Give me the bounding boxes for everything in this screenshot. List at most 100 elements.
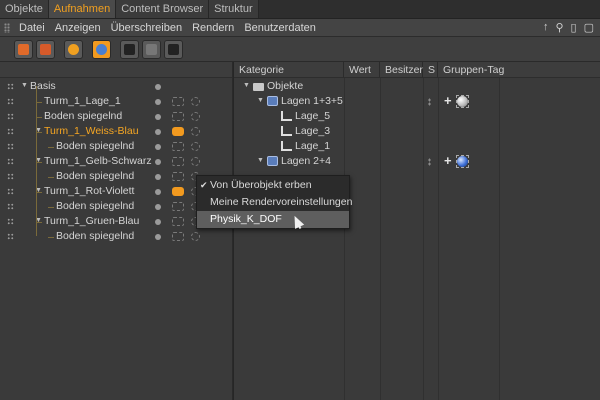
take-status-dot-icon[interactable] <box>155 144 161 150</box>
menu-bar: Datei Anzeigen Überschreiben Rendern Ben… <box>0 19 600 37</box>
arrow-up-icon[interactable]: ↑ <box>543 21 549 34</box>
takes-tree-panel: ▼ Basis Turm_1_Lage_1 Boden spiegelnd ▼ Turm_… <box>0 62 233 400</box>
take-checkbox-icon[interactable] <box>7 203 14 210</box>
take-status-dot-icon[interactable] <box>155 159 161 165</box>
take-checkbox-icon[interactable] <box>7 83 14 90</box>
take-row[interactable]: ▼ Basis <box>0 79 233 94</box>
take-checkbox-icon[interactable] <box>7 128 14 135</box>
render-setting-icon[interactable] <box>191 142 200 151</box>
new-take-from-selection-icon <box>40 43 51 55</box>
override-row[interactable]: Lage_5 <box>234 109 600 124</box>
take-row[interactable]: Boden spiegelnd <box>0 139 233 154</box>
take-checkbox-icon[interactable] <box>7 113 14 120</box>
render-all-takes-button[interactable] <box>120 39 139 59</box>
l-object-icon <box>281 126 292 136</box>
take-status-dot-icon[interactable] <box>155 219 161 225</box>
override-row[interactable]: Lage_3 <box>234 124 600 139</box>
camera-icon[interactable] <box>172 112 184 121</box>
add-tag-icon[interactable]: + <box>444 93 452 108</box>
tab-bar-fill <box>258 0 600 18</box>
take-checkbox-icon[interactable] <box>7 188 14 195</box>
camera-icon[interactable] <box>172 127 184 136</box>
camera-icon[interactable] <box>172 202 184 211</box>
tab-struktur[interactable]: Struktur <box>209 0 259 18</box>
take-row[interactable]: Turm_1_Lage_1 <box>0 94 233 109</box>
expand-triangle-icon[interactable]: ▼ <box>21 82 28 89</box>
ctx-item-von-ueberobjekt-erben[interactable]: ✔ Von Überobjekt erben <box>197 177 349 194</box>
take-status-dot-icon[interactable] <box>155 204 161 210</box>
panel-icon[interactable]: ▯ <box>571 21 577 34</box>
menu-ueberschreiben[interactable]: Überschreiben <box>106 19 188 37</box>
new-take-from-selection-button[interactable] <box>36 39 55 59</box>
take-status-dot-icon[interactable] <box>155 114 161 120</box>
tab-objekte[interactable]: Objekte <box>0 0 49 18</box>
camera-icon[interactable] <box>172 142 184 151</box>
take-label: Boden spiegelnd <box>56 230 135 242</box>
camera-icon[interactable] <box>172 157 184 166</box>
render-setting-icon[interactable] <box>191 127 200 136</box>
col-besitzer[interactable]: Besitzer <box>380 62 423 78</box>
take-status-dot-icon[interactable] <box>155 129 161 135</box>
take-checkbox-icon[interactable] <box>7 218 14 225</box>
take-status-dot-icon[interactable] <box>155 174 161 180</box>
take-checkbox-icon[interactable] <box>7 233 14 240</box>
tab-aufnahmen[interactable]: Aufnahmen <box>48 0 117 18</box>
folder-icon <box>253 83 264 91</box>
clapper-button[interactable] <box>164 39 183 59</box>
material-sphere-icon[interactable] <box>457 156 468 167</box>
expand-triangle-icon[interactable]: ▼ <box>257 157 264 164</box>
take-row[interactable]: Boden spiegelnd <box>0 109 233 124</box>
expand-triangle-icon[interactable]: ▼ <box>243 82 250 89</box>
override-group-button[interactable] <box>92 39 111 59</box>
auto-take-button[interactable] <box>64 39 83 59</box>
take-label: Turm_1_Gelb-Schwarz <box>44 155 152 167</box>
take-checkbox-icon[interactable] <box>7 158 14 165</box>
tab-content-browser[interactable]: Content Browser <box>116 0 210 18</box>
add-tag-icon[interactable]: + <box>444 153 452 168</box>
override-row[interactable]: Lage_1 <box>234 139 600 154</box>
ctx-item-physik-k-dof[interactable]: Physik_K_DOF <box>197 211 349 228</box>
window-icon[interactable]: ▢ <box>584 21 594 34</box>
col-gruppen-tag[interactable]: Gruppen-Tag <box>438 62 600 78</box>
camera-icon[interactable] <box>172 217 184 226</box>
take-row[interactable]: Boden spiegelnd <box>0 229 233 244</box>
take-status-dot-icon[interactable] <box>155 189 161 195</box>
take-status-dot-icon[interactable] <box>155 234 161 240</box>
render-setting-icon[interactable] <box>191 232 200 241</box>
menu-benutzerdaten[interactable]: Benutzerdaten <box>239 19 321 37</box>
override-row[interactable]: ▼ Lagen 1+3+5 + <box>234 93 600 109</box>
camera-icon[interactable] <box>172 232 184 241</box>
tree-connector <box>48 147 54 148</box>
take-row[interactable]: ▼ Turm_1_Weiss-Blau <box>0 124 233 139</box>
material-sphere-icon[interactable] <box>457 96 468 107</box>
solo-toggle-icon[interactable] <box>428 98 431 106</box>
camera-icon[interactable] <box>172 172 184 181</box>
take-status-dot-icon[interactable] <box>155 84 161 90</box>
expand-triangle-icon[interactable]: ▼ <box>257 97 264 104</box>
new-take-button[interactable] <box>14 39 33 59</box>
take-row[interactable]: ▼ Turm_1_Gelb-Schwarz <box>0 154 233 169</box>
render-setting-icon[interactable] <box>191 97 200 106</box>
render-setting-icon[interactable] <box>191 112 200 121</box>
override-row[interactable]: ▼ Objekte <box>234 79 600 94</box>
take-checkbox-icon[interactable] <box>7 173 14 180</box>
col-s[interactable]: S <box>423 62 438 78</box>
search-icon[interactable]: ⚲ <box>555 21 563 34</box>
take-status-dot-icon[interactable] <box>155 99 161 105</box>
camera-icon[interactable] <box>172 187 184 196</box>
render-setting-icon[interactable] <box>191 157 200 166</box>
menu-anzeigen[interactable]: Anzeigen <box>50 19 106 37</box>
drag-handle-icon[interactable] <box>0 19 14 36</box>
solo-toggle-icon[interactable] <box>428 158 431 166</box>
col-wert[interactable]: Wert <box>344 62 380 78</box>
menu-rendern[interactable]: Rendern <box>187 19 239 37</box>
take-label: Turm_1_Gruen-Blau <box>44 215 140 227</box>
render-marked-takes-button[interactable] <box>142 39 161 59</box>
camera-icon[interactable] <box>172 97 184 106</box>
menu-datei[interactable]: Datei <box>14 19 50 37</box>
ctx-item-meine-rendervoreinstellungen[interactable]: Meine Rendervoreinstellungen <box>197 194 352 211</box>
override-row[interactable]: ▼ Lagen 2+4 + <box>234 153 600 169</box>
take-checkbox-icon[interactable] <box>7 143 14 150</box>
take-checkbox-icon[interactable] <box>7 98 14 105</box>
col-kategorie[interactable]: Kategorie <box>234 62 344 78</box>
